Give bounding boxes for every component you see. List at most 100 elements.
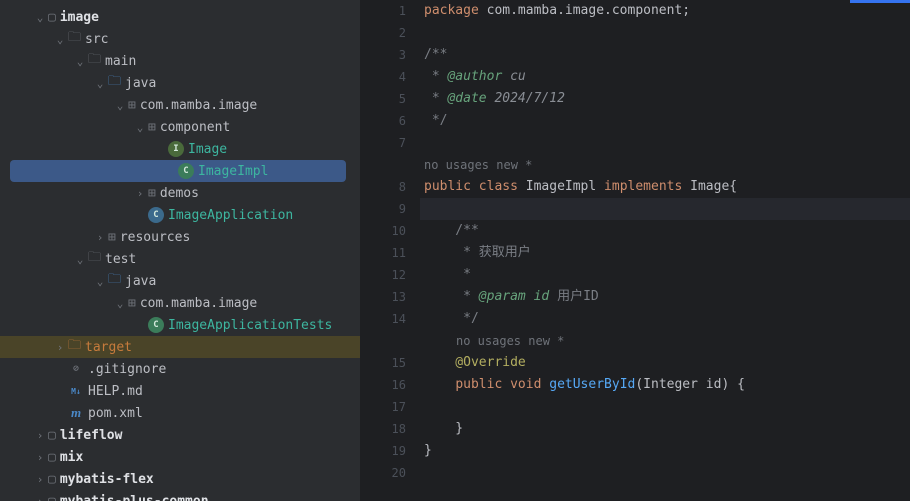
tree-node-lifeflow[interactable]: › ▢ lifeflow xyxy=(0,424,360,446)
gutter-blank xyxy=(360,154,406,176)
tree-label: mybatis-flex xyxy=(60,472,154,487)
code-line[interactable]: * @author cu xyxy=(420,66,910,88)
chevron-down-icon[interactable]: ⌄ xyxy=(92,275,108,288)
tree-label: target xyxy=(85,340,132,355)
code-line[interactable]: /** xyxy=(420,44,910,66)
code-line[interactable]: * @date 2024/7/12 xyxy=(420,88,910,110)
code-line[interactable]: public void getUserById(Integer id) { xyxy=(420,374,910,396)
code-line[interactable]: /** xyxy=(420,220,910,242)
tree-node-java-test[interactable]: ⌄ 🗀 java xyxy=(0,270,360,292)
chevron-down-icon[interactable]: ⌄ xyxy=(72,55,88,68)
chevron-down-icon[interactable]: ⌄ xyxy=(32,11,48,24)
chevron-right-icon[interactable]: › xyxy=(92,231,108,244)
tree-node-java-main[interactable]: ⌄ 🗀 java xyxy=(0,72,360,94)
code-line[interactable] xyxy=(420,462,910,484)
code-line[interactable] xyxy=(420,198,910,220)
line-number[interactable]: 4 xyxy=(360,66,406,88)
tree-node-src[interactable]: ⌄ 🗀 src xyxy=(0,28,360,50)
tree-node-demos[interactable]: › ⊞ demos xyxy=(0,182,360,204)
line-number[interactable]: 14 xyxy=(360,308,406,330)
tree-node-image-interface[interactable]: I Image xyxy=(0,138,360,160)
line-number[interactable]: 18 xyxy=(360,418,406,440)
code-line[interactable]: * @param id 用户ID xyxy=(420,286,910,308)
line-number[interactable]: 6 xyxy=(360,110,406,132)
code-line[interactable]: } xyxy=(420,440,910,462)
tree-node-test[interactable]: ⌄ 🗀 test xyxy=(0,248,360,270)
chevron-down-icon[interactable]: ⌄ xyxy=(112,99,128,112)
tree-label: resources xyxy=(120,230,190,245)
package-icon: ⊞ xyxy=(128,98,136,113)
tree-node-mix[interactable]: › ▢ mix xyxy=(0,446,360,468)
tree-node-imageimpl[interactable]: C ImageImpl xyxy=(10,160,346,182)
line-number[interactable]: 7 xyxy=(360,132,406,154)
line-number[interactable]: 19 xyxy=(360,440,406,462)
line-number[interactable]: 11 xyxy=(360,242,406,264)
tree-node-package-main[interactable]: ⌄ ⊞ com.mamba.image xyxy=(0,94,360,116)
code-line[interactable]: * 获取用户 xyxy=(420,242,910,264)
code-editor[interactable]: 1 2 3 4 5 6 7 8 9 10 11 12 13 14 15 16 1… xyxy=(360,0,910,501)
tree-node-target[interactable]: › 🗀 target xyxy=(0,336,360,358)
chevron-right-icon[interactable]: › xyxy=(32,495,48,501)
module-icon: ▢ xyxy=(48,10,56,25)
usage-hint[interactable]: no usages new * xyxy=(420,330,910,352)
line-number[interactable]: 5 xyxy=(360,88,406,110)
tree-node-image[interactable]: ⌄ ▢ image xyxy=(0,6,360,28)
code-line[interactable]: package com.mamba.image.component; xyxy=(420,0,910,22)
line-number[interactable]: 20 xyxy=(360,462,406,484)
tree-node-pom[interactable]: m pom.xml xyxy=(0,402,360,424)
code-line[interactable] xyxy=(420,396,910,418)
line-gutter[interactable]: 1 2 3 4 5 6 7 8 9 10 11 12 13 14 15 16 1… xyxy=(360,0,420,501)
tree-node-imageapplication[interactable]: C ImageApplication xyxy=(0,204,360,226)
tree-node-imageapplicationtests[interactable]: C ImageApplicationTests xyxy=(0,314,360,336)
package-icon: ⊞ xyxy=(128,296,136,311)
line-number[interactable]: 12 xyxy=(360,264,406,286)
tree-label: ImageImpl xyxy=(198,164,268,179)
chevron-down-icon[interactable]: ⌄ xyxy=(72,253,88,266)
module-icon: ▢ xyxy=(48,428,56,443)
tree-node-mybatis-flex[interactable]: › ▢ mybatis-flex xyxy=(0,468,360,490)
tree-node-component[interactable]: ⌄ ⊞ component xyxy=(0,116,360,138)
chevron-right-icon[interactable]: › xyxy=(32,473,48,486)
code-line[interactable]: @Override xyxy=(420,352,910,374)
code-line[interactable] xyxy=(420,22,910,44)
chevron-right-icon[interactable]: › xyxy=(32,451,48,464)
tree-node-main[interactable]: ⌄ 🗀 main xyxy=(0,50,360,72)
chevron-down-icon[interactable]: ⌄ xyxy=(52,33,68,46)
line-number[interactable]: 16 xyxy=(360,374,406,396)
tree-node-mybatis-plus[interactable]: › ▢ mybatis-plus-common xyxy=(0,490,360,501)
chevron-down-icon[interactable]: ⌄ xyxy=(92,77,108,90)
code-line[interactable] xyxy=(420,132,910,154)
usage-hint[interactable]: no usages new * xyxy=(420,154,910,176)
package-icon: ⊞ xyxy=(148,120,156,135)
line-number[interactable]: 17 xyxy=(360,396,406,418)
chevron-right-icon[interactable]: › xyxy=(132,187,148,200)
chevron-down-icon[interactable]: ⌄ xyxy=(132,121,148,134)
test-source-folder-icon: 🗀 xyxy=(108,270,121,292)
line-number[interactable]: 1 xyxy=(360,0,406,22)
tree-node-help[interactable]: M↓ HELP.md xyxy=(0,380,360,402)
code-line[interactable]: } xyxy=(420,418,910,440)
tree-node-resources[interactable]: › ⊞ resources xyxy=(0,226,360,248)
code-line[interactable]: */ xyxy=(420,110,910,132)
code-content[interactable]: package com.mamba.image.component; /** *… xyxy=(420,0,910,501)
tree-node-package-test[interactable]: ⌄ ⊞ com.mamba.image xyxy=(0,292,360,314)
chevron-right-icon[interactable]: › xyxy=(32,429,48,442)
line-number[interactable]: 10 xyxy=(360,220,406,242)
class-icon: C xyxy=(148,317,164,333)
line-number[interactable]: 15 xyxy=(360,352,406,374)
line-number[interactable]: 2 xyxy=(360,22,406,44)
chevron-down-icon[interactable]: ⌄ xyxy=(112,297,128,310)
folder-icon: 🗀 xyxy=(88,50,101,72)
line-number[interactable]: 8 xyxy=(360,176,406,198)
line-number[interactable]: 9 xyxy=(360,198,406,220)
code-line[interactable]: * xyxy=(420,264,910,286)
line-number[interactable]: 13 xyxy=(360,286,406,308)
line-number[interactable]: 3 xyxy=(360,44,406,66)
code-line[interactable]: */ xyxy=(420,308,910,330)
chevron-right-icon[interactable]: › xyxy=(52,341,68,354)
tree-node-gitignore[interactable]: ⊘ .gitignore xyxy=(0,358,360,380)
tree-label: com.mamba.image xyxy=(140,296,257,311)
code-line[interactable]: public class ImageImpl implements Image{ xyxy=(420,176,910,198)
tree-label: lifeflow xyxy=(60,428,123,443)
project-tree[interactable]: ⌄ ▢ image ⌄ 🗀 src ⌄ 🗀 main ⌄ 🗀 java ⌄ ⊞ … xyxy=(0,0,360,501)
